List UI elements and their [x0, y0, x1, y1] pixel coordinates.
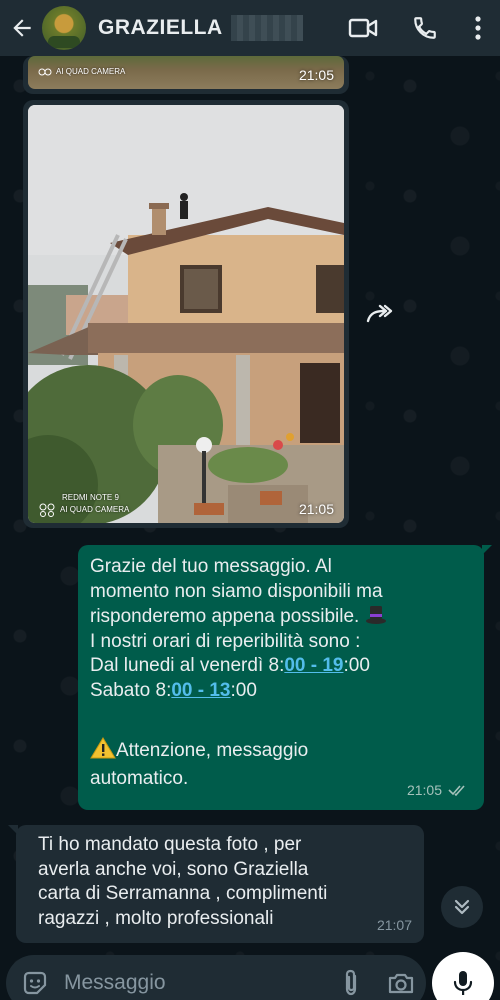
camera-watermark: REDMI NOTE 9 AI QUAD CAMERA	[38, 493, 129, 517]
camera-watermark: AI QUAD CAMERA	[38, 67, 125, 77]
house-photo	[28, 105, 344, 523]
photo-thumbnail[interactable]: REDMI NOTE 9 AI QUAD CAMERA 21:05	[28, 105, 344, 523]
emoji-button[interactable]	[6, 955, 64, 1000]
forward-icon	[366, 304, 393, 323]
paperclip-icon	[345, 969, 357, 996]
message-line: ragazzi , molto professionali	[38, 907, 274, 929]
voice-call-icon	[414, 17, 436, 39]
camera-button[interactable]	[376, 955, 426, 1000]
message-line: Ti ho mandato questa foto , per	[38, 834, 302, 855]
message-line: Attenzione, messaggio	[90, 736, 472, 764]
video-call-button[interactable]	[332, 0, 394, 56]
message-time: 21:05	[406, 781, 442, 798]
message-line: Dal lunedi al venerdì 8:00 - 19:00	[90, 655, 370, 676]
more-options-icon	[475, 16, 481, 40]
warning-emoji	[90, 736, 116, 758]
image-message[interactable]: AI QUAD CAMERA 21:05	[23, 56, 349, 94]
sticker-icon	[23, 971, 47, 995]
contact-name[interactable]: GRAZIELLA	[98, 16, 223, 40]
top-hat-emoji	[365, 606, 386, 624]
camera-icon	[388, 973, 414, 994]
message-line: momento non siamo disponibili ma	[90, 580, 383, 602]
message-line: carta di Serramanna , complimenti	[38, 883, 328, 904]
back-button[interactable]	[2, 0, 42, 56]
double-check-icon	[448, 785, 465, 796]
avatar[interactable]	[42, 6, 86, 50]
video-call-icon	[348, 18, 378, 38]
outgoing-message[interactable]: Grazie del tuo messaggio. Al momento non…	[78, 545, 492, 810]
microphone-icon	[453, 971, 473, 995]
attach-button[interactable]	[326, 955, 376, 1000]
image-message[interactable]: REDMI NOTE 9 AI QUAD CAMERA 21:05	[23, 100, 349, 528]
message-input[interactable]: Messaggio	[64, 971, 326, 995]
message-time: 21:07	[376, 916, 412, 933]
forward-button[interactable]	[360, 296, 400, 332]
message-meta: 21:05	[407, 778, 470, 803]
message-line: I nostri orari di reperibilità sono :	[90, 630, 361, 652]
redacted-surname	[230, 15, 303, 41]
double-chevron-down-icon	[454, 899, 470, 915]
camera-lens-icon	[39, 503, 55, 517]
message-line: Sabato 8:00 - 13:00	[90, 679, 257, 701]
message-line: risponderemo appena possibile.	[90, 604, 472, 630]
message-time: 21:05	[298, 501, 334, 517]
voice-call-button[interactable]	[394, 0, 456, 56]
back-arrow-icon	[13, 19, 31, 37]
scroll-to-bottom-button[interactable]	[441, 886, 483, 928]
chat-header: GRAZIELLA	[0, 0, 500, 56]
message-line: averla anche voi, sono Graziella	[38, 858, 309, 880]
message-time: 21:05	[298, 67, 334, 83]
message-line: Grazie del tuo messaggio. Al	[90, 556, 332, 577]
more-options-button[interactable]	[456, 0, 500, 56]
camera-lens-icon	[38, 68, 52, 76]
time-link[interactable]: 00 - 13	[171, 680, 230, 701]
message-composer: Messaggio	[6, 955, 426, 1000]
incoming-message[interactable]: Ti ho mandato questa foto , per averla a…	[8, 825, 424, 943]
photo-thumbnail[interactable]: AI QUAD CAMERA 21:05	[28, 56, 344, 89]
time-link[interactable]: 00 - 19	[284, 655, 343, 676]
